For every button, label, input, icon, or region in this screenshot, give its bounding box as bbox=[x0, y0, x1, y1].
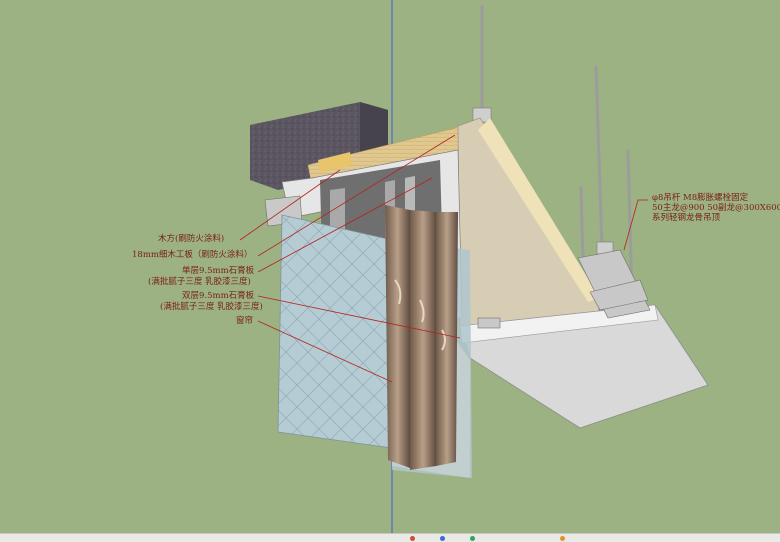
taskbar-dot-orange-icon[interactable] bbox=[560, 536, 565, 541]
ceiling-section-model bbox=[239, 0, 709, 533]
taskbar-dot-red-icon[interactable] bbox=[410, 536, 415, 541]
label-curtain: 窗帘 bbox=[236, 316, 254, 326]
taskbar-dot-green-icon[interactable] bbox=[470, 536, 475, 541]
curtain bbox=[385, 205, 458, 470]
label-gypsum-double-note: (满批腻子三度 乳胶漆三度) bbox=[160, 302, 263, 312]
label-rod-3: 系列轻钢龙骨吊顶 bbox=[652, 213, 721, 223]
label-gypsum-single: 单层9.5mm石膏板 bbox=[182, 266, 255, 276]
label-gypsum-double: 双层9.5mm石膏板 bbox=[182, 291, 255, 301]
glass-window bbox=[277, 214, 393, 449]
label-gypsum-single-note: (满批腻子三度 乳胶漆三度) bbox=[148, 277, 251, 287]
side-board bbox=[457, 117, 601, 336]
model-viewport[interactable]: 木方(刷防火涂料) 18mm细木工板（刷防火涂料） 单层9.5mm石膏板 (满批… bbox=[0, 0, 780, 542]
label-plywood: 18mm细木工板（刷防火涂料） bbox=[132, 250, 253, 260]
label-wood-block: 木方(刷防火涂料) bbox=[158, 234, 225, 244]
taskbar-dot-blue-icon[interactable] bbox=[440, 536, 445, 541]
